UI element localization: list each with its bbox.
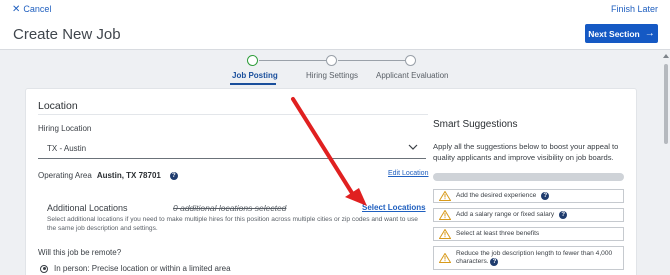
suggestion-label: Add a salary range or fixed salary — [456, 211, 555, 218]
page-scrollbar[interactable] — [662, 52, 670, 275]
arrow-right-icon: → — [644, 28, 655, 39]
cancel-link[interactable]: ✕ Cancel — [12, 4, 51, 14]
hiring-location-value: TX - Austin — [47, 144, 87, 153]
additional-locations-count: 0 additional locations selected — [173, 203, 287, 213]
help-icon[interactable]: ? — [559, 211, 568, 219]
tab-hiring-settings[interactable]: Hiring Settings — [306, 71, 358, 80]
tab-job-posting[interactable]: Job Posting — [232, 71, 278, 80]
next-section-label: Next Section — [588, 28, 640, 39]
suggestion-item[interactable]: Select at least three benefits — [433, 227, 624, 241]
section-title: Location — [38, 100, 78, 112]
page-title: Create New Job — [13, 26, 121, 43]
suggestion-item[interactable]: Reduce the job description length to few… — [433, 246, 624, 270]
top-bar: ✕ Cancel Finish Later — [0, 0, 670, 18]
page-header: Create New Job Next Section → — [0, 18, 670, 50]
suggestion-item[interactable]: Add a salary range or fixed salary ? — [433, 208, 624, 222]
smart-suggestions-title: Smart Suggestions — [433, 119, 518, 130]
suggestion-label: Select at least three benefits — [456, 230, 540, 237]
help-icon[interactable]: ? — [490, 258, 499, 266]
select-locations-link[interactable]: Select Locations — [362, 203, 426, 212]
radio-button[interactable] — [40, 264, 48, 273]
remote-option-label: In person: Precise location or within a … — [54, 264, 231, 273]
remote-question: Will this job be remote? — [38, 248, 122, 257]
warning-icon — [439, 191, 451, 201]
scroll-up-icon[interactable] — [663, 54, 669, 58]
hiring-location-label: Hiring Location — [38, 124, 92, 133]
hiring-location-select[interactable]: TX - Austin — [38, 138, 426, 159]
next-section-button[interactable]: Next Section → — [585, 24, 658, 43]
operating-area-value: Austin, TX 78701 — [96, 171, 161, 180]
close-icon: ✕ — [12, 3, 21, 15]
step-indicator-job-posting — [247, 55, 258, 66]
step-connector — [338, 60, 405, 61]
help-icon[interactable]: ? — [169, 171, 178, 180]
step-indicator-hiring-settings — [326, 55, 337, 66]
help-icon[interactable]: ? — [541, 192, 550, 200]
additional-locations-title: Additional Locations — [47, 203, 128, 213]
cancel-label: Cancel — [23, 4, 52, 14]
warning-icon — [439, 210, 451, 220]
operating-area: Operating Area Austin, TX 78701 ? — [38, 171, 178, 180]
progress-stepper: Job Posting Hiring Settings Applicant Ev… — [200, 52, 470, 85]
suggestion-label: Reduce the job description length to few… — [456, 250, 613, 266]
location-card: Location Hiring Location TX - Austin Ope… — [25, 88, 637, 275]
operating-area-label: Operating Area — [38, 171, 92, 180]
finish-later-link[interactable]: Finish Later — [611, 4, 658, 14]
warning-icon — [439, 253, 451, 263]
chevron-down-icon — [408, 144, 418, 150]
remote-option-in-person[interactable]: In person: Precise location or within a … — [40, 264, 231, 273]
additional-locations-description: Select additional locations if you need … — [47, 216, 418, 232]
edit-location-link[interactable]: Edit Location — [388, 170, 428, 177]
step-connector — [259, 60, 327, 61]
smart-suggestions-description: Apply all the suggestions below to boost… — [433, 142, 619, 162]
warning-icon — [439, 229, 451, 239]
suggestion-item[interactable]: Add the desired experience ? — [433, 189, 624, 203]
suggestion-label: Add the desired experience — [456, 192, 537, 199]
active-tab-indicator — [230, 83, 276, 85]
section-divider — [38, 114, 428, 115]
tab-applicant-evaluation[interactable]: Applicant Evaluation — [376, 71, 449, 80]
step-indicator-applicant-evaluation — [405, 55, 416, 66]
scroll-thumb[interactable] — [664, 64, 668, 144]
suggestions-progress-bar — [433, 173, 624, 181]
